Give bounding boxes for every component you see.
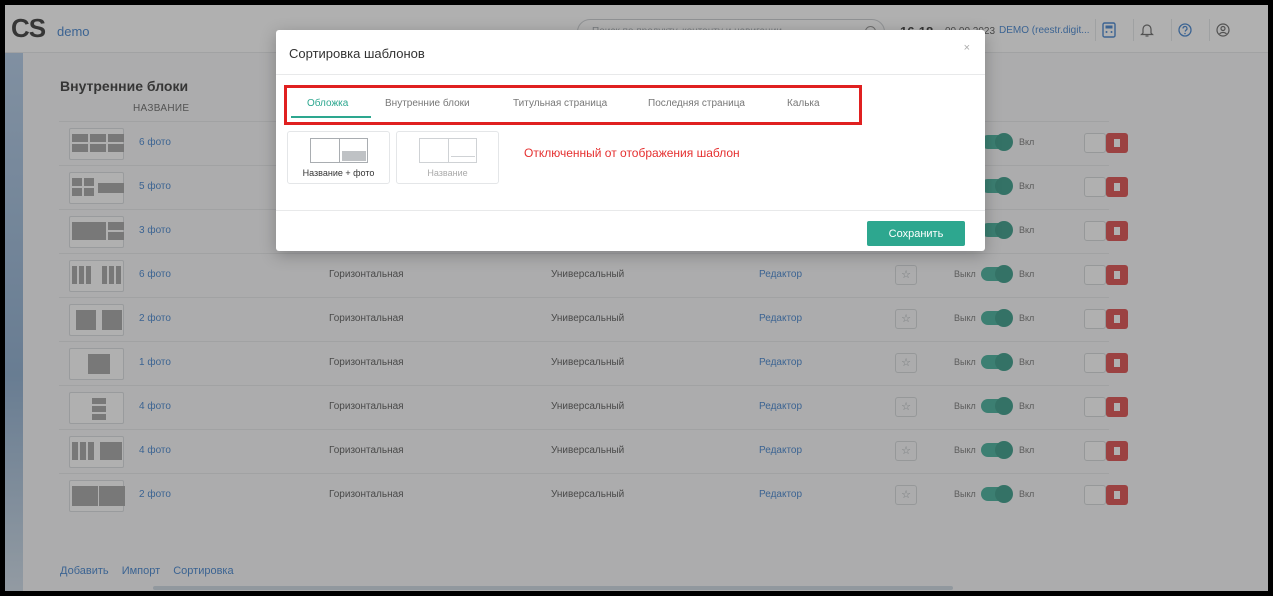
template-card-label: Название — [427, 168, 468, 178]
disabled-template-note: Отключенный от отображения шаблон — [524, 146, 740, 160]
divider — [276, 74, 985, 75]
template-card-title[interactable]: Название — [396, 131, 499, 184]
divider — [276, 210, 985, 211]
dialog-title: Сортировка шаблонов — [289, 46, 425, 61]
sort-templates-dialog: Сортировка шаблонов × Обложка Внутренние… — [276, 30, 985, 251]
active-tab-indicator — [291, 116, 371, 118]
app-window: CS demo Поиск по продукту, контенту и на… — [5, 5, 1268, 591]
save-button[interactable]: Сохранить — [867, 221, 965, 246]
template-preview — [419, 138, 477, 163]
tab-cover[interactable]: Обложка — [307, 98, 348, 109]
template-preview — [310, 138, 368, 163]
template-card-label: Название + фото — [302, 168, 375, 178]
close-icon[interactable]: × — [964, 42, 970, 54]
tab-bar-highlight: Обложка Внутренние блоки Титульная стран… — [284, 85, 862, 125]
tab-inner-blocks[interactable]: Внутренние блоки — [385, 98, 470, 109]
tab-tracing[interactable]: Калька — [787, 98, 820, 109]
template-card-title-photo[interactable]: Название + фото — [287, 131, 390, 184]
tab-title-page[interactable]: Титульная страница — [513, 98, 607, 109]
tab-last-page[interactable]: Последняя страница — [648, 98, 745, 109]
